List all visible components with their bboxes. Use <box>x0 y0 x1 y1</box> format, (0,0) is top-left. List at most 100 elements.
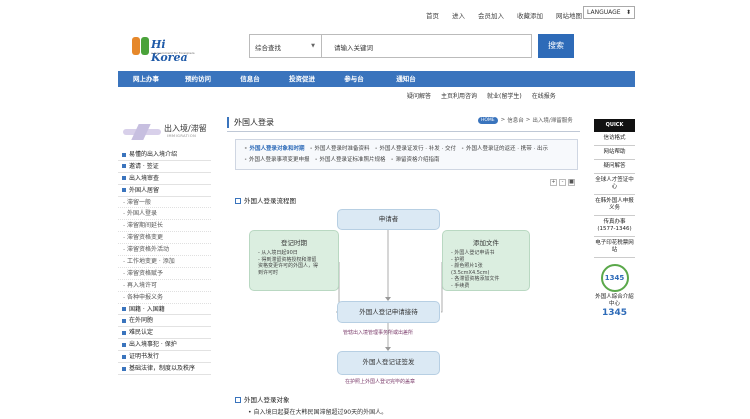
flow-documents-title: 添加文件 <box>473 239 499 247</box>
zoom-in-button[interactable]: + <box>550 179 557 186</box>
call-center-logo-number: 1345 <box>604 274 625 282</box>
top-link-login[interactable]: 进入 <box>452 10 465 20</box>
hikorea-logo[interactable]: Hi Korea e-Government for Foreigners <box>132 35 196 64</box>
search-input[interactable]: 请输入关键词 <box>322 34 532 58</box>
top-link-home[interactable]: 首页 <box>426 10 439 20</box>
sidebar-item[interactable]: 在外同胞 <box>118 315 211 328</box>
print-button[interactable]: ■ <box>568 179 575 186</box>
flow-issue-note: 在护照上外国人登记完毕的盖章 <box>345 379 416 385</box>
chevron-down-icon: ▼ <box>311 43 315 49</box>
sidebar-menu: 易懂的出入境介绍邀请 · 签证出入境审查外国人居留滞留一般外国人登录滞留期间延长… <box>118 149 211 375</box>
sub-nav-employment[interactable]: 就业(留学生) <box>487 91 522 100</box>
top-link-bookmark[interactable]: 收藏添加 <box>517 10 543 20</box>
sidebar-item[interactable]: 滞留一般 <box>118 197 211 209</box>
quick-item-help[interactable]: 网站帮助 <box>594 146 635 160</box>
logo-subtext: e-Government for Foreigners <box>151 51 195 55</box>
sidebar-item[interactable]: 外国人居留 <box>118 185 211 197</box>
call-center-number: 1345 <box>601 308 628 318</box>
flow-period-title: 登记时期 <box>281 239 307 247</box>
sidebar-item[interactable]: 工作地变更 · 添加 <box>118 256 211 268</box>
quick-item-fax[interactable]: 传真办事 (1577-1346) <box>594 216 635 237</box>
quick-item-forms[interactable]: 信访格式 <box>594 132 635 146</box>
main-nav-info[interactable]: 信息台 <box>224 71 276 87</box>
sidebar-item[interactable]: 邀请 · 签证 <box>118 161 211 173</box>
sidebar-item[interactable]: 滞留资格赋予 <box>118 268 211 280</box>
sidebar-header: 出入境/滞留 IMMIGRATION <box>118 114 211 148</box>
sub-nav: 疑问解答 主页利用咨询 就业(留学生) 在线报务 <box>407 91 566 100</box>
sidebar-item[interactable]: 易懂的出入境介绍 <box>118 149 211 161</box>
sidebar-item[interactable]: 外国人登录 <box>118 208 211 221</box>
tab-item[interactable]: 外国人登录时准备资料 <box>309 146 369 152</box>
top-links: 首页 进入 会员加入 收藏添加 网站地图 <box>426 10 595 20</box>
sidebar-item[interactable]: 国籍 · 入国籍 <box>118 304 211 316</box>
sub-nav-faq[interactable]: 疑问解答 <box>407 91 431 100</box>
main-nav-online[interactable]: 网上办事 <box>120 71 172 87</box>
top-bar: 首页 进入 会员加入 收藏添加 网站地图 LANGUAGE ⬍ <box>0 0 750 28</box>
sidebar-item[interactable]: 滞留资格变更 <box>118 232 211 245</box>
search-button[interactable]: 搜索 <box>538 34 574 58</box>
sidebar-title-en: IMMIGRATION <box>167 134 197 138</box>
search-bar: 综合查找 ▼ 请输入关键词 搜索 <box>249 34 574 58</box>
breadcrumb-sep: > <box>525 117 531 123</box>
breadcrumb-home[interactable]: HOME <box>478 116 498 124</box>
section-title-targets: 外国人登录对象 <box>235 394 290 404</box>
quick-item-faq[interactable]: 疑问解答 <box>594 160 635 174</box>
quick-menu: QUICK 信访格式 网站帮助 疑问解答 全球人才签证中心 在韩外国人申报义务 … <box>594 119 635 318</box>
call-center-logo: 1345 <box>600 264 629 292</box>
flow-applicant: 申请者 <box>337 209 440 230</box>
sub-nav-online-service[interactable]: 在线报务 <box>532 91 556 100</box>
flow-period: 登记时期 - 从入境日起90日 - 得到滞留资格授权和滞留 资格变更许可的外国人… <box>249 230 339 291</box>
call-center-caption: 外国人綜合介紹中心 <box>595 294 634 307</box>
sidebar-item[interactable]: 证明书发行 <box>118 351 211 364</box>
main-nav-participation[interactable]: 参与台 <box>328 71 380 87</box>
tab-item[interactable]: 外国人登录证发行 · 补发 · 交付 <box>374 146 456 152</box>
target-bullet: • 自入境日起要在大韩民国滞留超过90天的外国人。 <box>248 409 388 416</box>
zoom-out-button[interactable]: - <box>559 179 566 186</box>
breadcrumb-info[interactable]: 信息台 <box>507 116 524 124</box>
flow-period-line: 到许可时 <box>258 269 279 276</box>
search-category-select[interactable]: 综合查找 ▼ <box>249 34 322 58</box>
quick-item-global-visa[interactable]: 全球人才签证中心 <box>594 174 635 195</box>
language-select[interactable]: LANGUAGE ⬍ <box>583 6 635 19</box>
flow-documents: 添加文件 - 外国人登记申请书 - 护照 - 颜色照片1张(3.5cmX4.5c… <box>442 230 530 291</box>
search-category-value: 综合查找 <box>255 44 281 52</box>
flow-accept-note: 管辖出入境管理事务所或出差所 <box>343 330 414 336</box>
quick-menu-header: QUICK <box>594 119 635 132</box>
call-center-banner[interactable]: 1345 外国人綜合介紹中心 1345 <box>594 258 635 318</box>
sidebar-item[interactable]: 基础法律，制度以及秩序 <box>118 363 211 375</box>
airplane-icon <box>121 120 163 142</box>
main-nav: 网上办事 预约访问 信息台 投资促进 参与台 通知台 <box>118 71 635 87</box>
sidebar-item[interactable]: 出入境事犯 · 保护 <box>118 339 211 352</box>
top-link-sitemap[interactable]: 网站地图 <box>556 10 582 20</box>
quick-item-revenue-stamp[interactable]: 电子印花税票网站 <box>594 237 635 258</box>
sidebar-item[interactable]: 出入境审查 <box>118 173 211 185</box>
breadcrumb-current: 出入境/滞留服务 <box>532 118 573 124</box>
main-nav-investment[interactable]: 投资促进 <box>276 71 328 87</box>
content-tabs: 外国人登录对象和时期外国人登录时准备资料外国人登录证发行 · 补发 · 交付外国… <box>235 139 578 170</box>
tab-item[interactable]: 外国人登录证标准照片规格 <box>315 157 386 163</box>
sidebar-item[interactable]: 滞留期间延长 <box>118 220 211 233</box>
zoom-controls: + - ■ <box>550 179 575 186</box>
sidebar-item[interactable]: 难民认定 <box>118 327 211 340</box>
sidebar-item[interactable]: 滞留资格外活动 <box>118 244 211 257</box>
logo-mark-green <box>141 37 149 55</box>
breadcrumb-sep: > <box>500 117 506 123</box>
breadcrumb: HOME > 信息台 > 出入境/滞留服务 <box>478 116 575 124</box>
tab-item[interactable]: 外国人登录证的返还 · 携带 · 出示 <box>461 146 548 152</box>
main-nav-reservation[interactable]: 预约访问 <box>172 71 224 87</box>
sidebar-item[interactable]: 各种申报义务 <box>118 292 211 304</box>
tab-item[interactable]: 外国人登录事项变更申报 <box>244 157 310 163</box>
sidebar-item[interactable]: 再入境许可 <box>118 280 211 292</box>
main-nav-notice[interactable]: 通知台 <box>380 71 432 87</box>
logo-mark-orange <box>132 37 140 55</box>
sub-nav-consult[interactable]: 主页利用咨询 <box>441 91 477 100</box>
tab-item[interactable]: 外国人登录对象和时期 <box>244 146 304 152</box>
chevron-down-icon: ⬍ <box>625 9 631 16</box>
page-title: 外国人登录 <box>227 117 274 128</box>
top-link-join[interactable]: 会员加入 <box>478 10 504 20</box>
title-divider <box>227 131 580 132</box>
flow-issue: 外国人登记证签发 <box>337 351 440 375</box>
quick-item-report-duty[interactable]: 在韩外国人申报义务 <box>594 195 635 216</box>
language-select-value: LANGUAGE <box>587 9 621 16</box>
tab-item[interactable]: 滞留资格介绍指南 <box>391 157 440 163</box>
